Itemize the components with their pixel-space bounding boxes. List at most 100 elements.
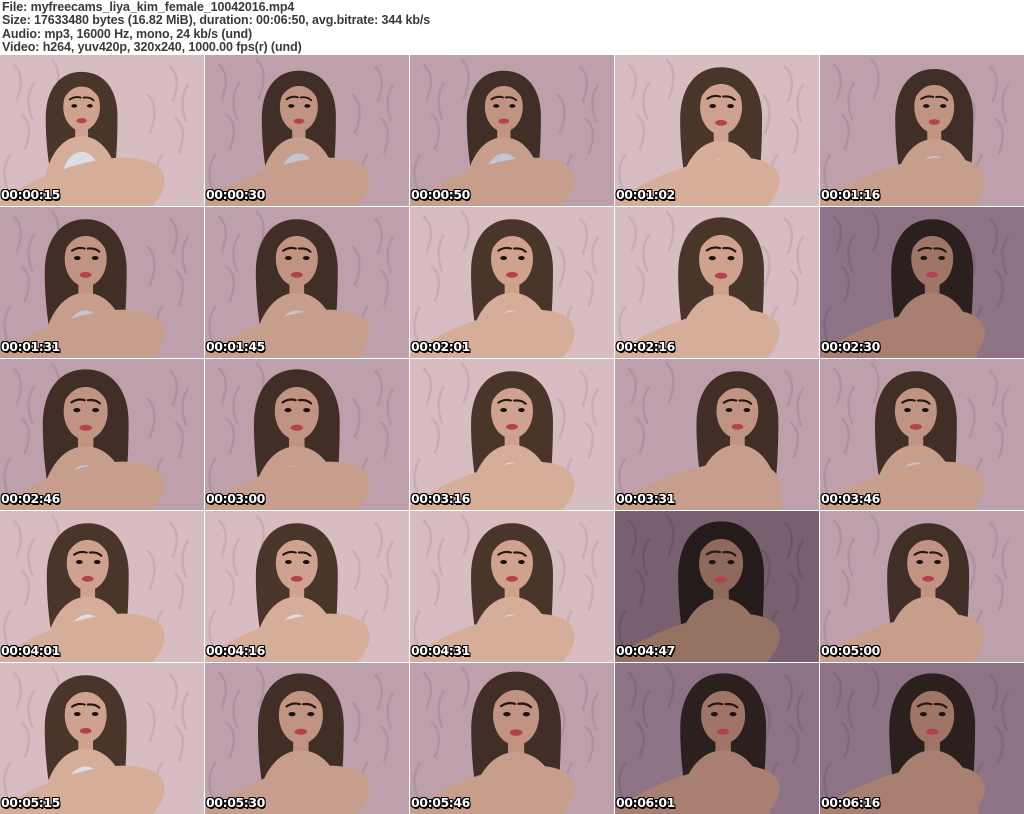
lips — [506, 575, 518, 582]
right-eye — [938, 256, 946, 261]
timestamp-label: 00:01:45 — [206, 339, 265, 354]
lips — [910, 423, 922, 430]
video-thumbnail: 00:02:16 — [615, 207, 819, 358]
video-thumbnail: 00:01:16 — [820, 55, 1024, 206]
lips — [731, 423, 744, 430]
right-eye — [518, 560, 525, 565]
video-thumbnail: 00:02:01 — [410, 207, 614, 358]
left-eye — [73, 256, 81, 261]
lips — [81, 575, 94, 582]
video-thumbnail: 00:03:46 — [820, 359, 1024, 510]
video-thumbnail: 00:06:16 — [820, 663, 1024, 814]
right-eye — [509, 104, 516, 108]
webcam-frame-placeholder — [205, 359, 409, 510]
right-eye — [307, 712, 315, 717]
webcam-frame-placeholder — [615, 207, 819, 358]
webcam-frame-placeholder — [615, 55, 819, 206]
lips — [506, 423, 518, 430]
video-thumbnail: 00:00:15 — [0, 55, 204, 206]
lips — [509, 729, 523, 736]
video-thumbnail: 00:03:31 — [615, 359, 819, 510]
webcam-frame-placeholder — [820, 511, 1024, 662]
video-thumbnail: 00:01:02 — [615, 55, 819, 206]
timestamp-label: 00:01:16 — [821, 187, 880, 202]
lips — [290, 271, 303, 278]
right-eye — [91, 256, 99, 261]
video-thumbnail: 00:03:00 — [205, 359, 409, 510]
webcam-frame-placeholder — [205, 207, 409, 358]
right-eye — [727, 256, 735, 261]
video-thumbnail: 00:05:15 — [0, 663, 204, 814]
left-eye — [285, 256, 292, 261]
timestamp-label: 00:00:30 — [206, 187, 265, 202]
webcam-frame-placeholder — [205, 663, 409, 814]
right-eye — [940, 104, 947, 108]
video-info-line: Video: h264, yuv420p, 320x240, 1000.00 f… — [2, 40, 302, 55]
webcam-frame-placeholder — [410, 663, 614, 814]
right-eye — [91, 712, 99, 717]
lips — [715, 119, 727, 126]
right-eye — [303, 408, 311, 413]
webcam-frame-placeholder — [820, 359, 1024, 510]
timestamp-label: 00:01:31 — [1, 339, 60, 354]
video-thumbnail: 00:01:31 — [0, 207, 204, 358]
webcam-frame-placeholder — [205, 55, 409, 206]
video-thumbnail: 00:04:16 — [205, 511, 409, 662]
timestamp-label: 00:01:02 — [616, 187, 675, 202]
video-thumbnail: 00:05:30 — [205, 663, 409, 814]
webcam-frame-placeholder — [615, 663, 819, 814]
left-eye — [71, 104, 78, 108]
left-eye — [493, 104, 500, 108]
webcam-frame-placeholder — [0, 207, 204, 358]
lips — [498, 118, 510, 124]
left-eye — [500, 408, 507, 413]
video-thumbnail: 00:03:16 — [410, 359, 614, 510]
timestamp-label: 00:05:00 — [821, 643, 880, 658]
video-thumbnail: 00:02:30 — [820, 207, 1024, 358]
webcam-frame-placeholder — [410, 55, 614, 206]
right-eye — [518, 408, 525, 413]
left-eye — [285, 560, 292, 565]
lips — [294, 728, 308, 735]
left-eye — [284, 408, 292, 413]
left-eye — [710, 712, 718, 717]
lips — [714, 272, 728, 279]
right-eye — [93, 560, 101, 565]
right-eye — [518, 256, 525, 261]
video-thumbnail: 00:06:01 — [615, 663, 819, 814]
timestamp-label: 00:04:01 — [1, 643, 60, 658]
timestamp-label: 00:03:00 — [206, 491, 265, 506]
media-info-header: File: myfreecams_liya_kim_female_1004201… — [0, 0, 1024, 54]
left-eye — [500, 560, 507, 565]
right-eye — [934, 560, 941, 565]
timestamp-label: 00:04:31 — [411, 643, 470, 658]
timestamp-label: 00:04:47 — [616, 643, 675, 658]
timestamp-label: 00:02:30 — [821, 339, 880, 354]
timestamp-label: 00:00:50 — [411, 187, 470, 202]
lips — [926, 271, 939, 278]
left-eye — [916, 560, 924, 565]
video-thumbnail: 00:01:45 — [205, 207, 409, 358]
video-thumbnail: 00:05:00 — [820, 511, 1024, 662]
timestamp-label: 00:03:31 — [616, 491, 675, 506]
right-eye — [86, 104, 93, 108]
right-eye — [302, 256, 310, 261]
timestamp-label: 00:02:46 — [1, 491, 60, 506]
right-eye — [729, 712, 737, 717]
webcam-frame-placeholder — [615, 511, 819, 662]
lips — [928, 119, 940, 125]
video-thumbnail: 00:00:30 — [205, 55, 409, 206]
left-eye — [73, 712, 81, 717]
left-eye — [288, 712, 296, 717]
left-eye — [919, 712, 927, 717]
right-eye — [743, 408, 751, 413]
video-thumbnail: 00:04:31 — [410, 511, 614, 662]
video-thumbnail: 00:05:46 — [410, 663, 614, 814]
lips — [506, 271, 518, 278]
timestamp-label: 00:00:15 — [1, 187, 60, 202]
lips — [716, 728, 730, 735]
timestamp-label: 00:05:46 — [411, 795, 470, 810]
lips — [714, 576, 728, 583]
left-eye — [725, 408, 733, 413]
right-eye — [921, 408, 929, 413]
